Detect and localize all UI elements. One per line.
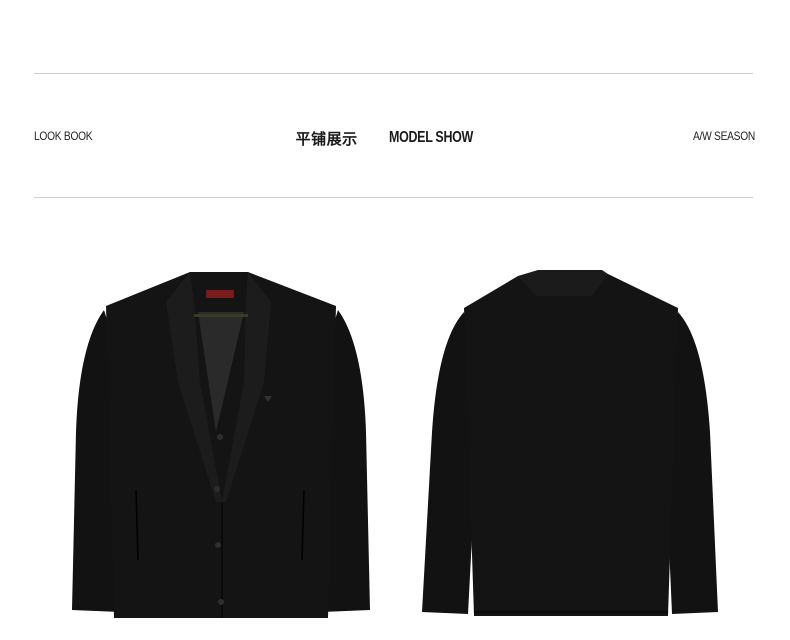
section-header: LOOK BOOK 平铺展示 MODEL SHOW A/W SEASON [34, 126, 755, 150]
section-title: 平铺展示 MODEL SHOW [296, 126, 482, 150]
lookbook-label: LOOK BOOK [34, 129, 93, 143]
cardigan-back-image [418, 262, 724, 622]
cardigan-front-image [66, 262, 376, 622]
season-label: A/W SEASON [692, 129, 755, 143]
top-divider-line [34, 73, 753, 74]
title-chinese: 平铺展示 [295, 129, 358, 148]
title-english: MODEL SHOW [388, 129, 473, 146]
bottom-divider-line [34, 197, 753, 198]
